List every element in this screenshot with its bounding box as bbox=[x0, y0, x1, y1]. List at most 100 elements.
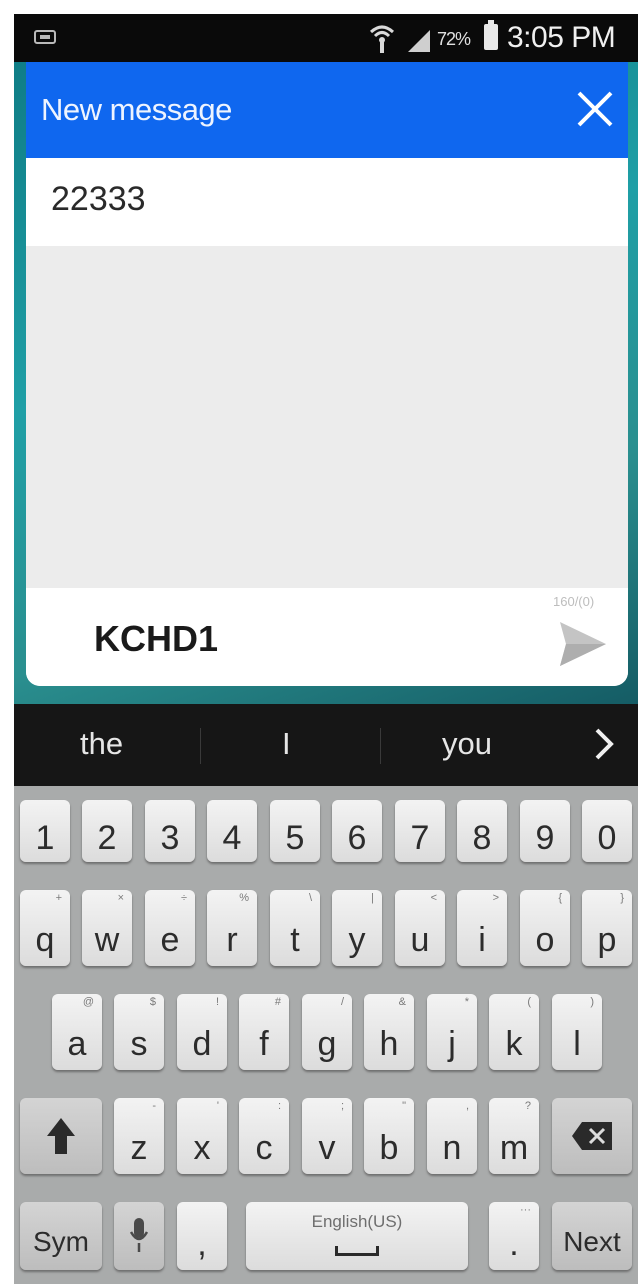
key-label: 3 bbox=[160, 819, 180, 857]
suggestion-item[interactable]: I bbox=[282, 726, 291, 762]
key-7[interactable]: 7 bbox=[395, 800, 445, 862]
status-time: 3:05 PM bbox=[507, 21, 616, 54]
key-hint: { bbox=[558, 892, 562, 904]
key-y[interactable]: | y bbox=[332, 890, 382, 966]
key-hint: ) bbox=[590, 996, 594, 1008]
key-label: k bbox=[505, 1025, 523, 1063]
key-label: q bbox=[35, 921, 55, 959]
key-i[interactable]: > i bbox=[457, 890, 507, 966]
key-0[interactable]: 0 bbox=[582, 800, 632, 862]
key-hint: ! bbox=[215, 996, 219, 1008]
key-u[interactable]: < u bbox=[395, 890, 445, 966]
key-g[interactable]: / g bbox=[302, 994, 352, 1070]
recipient-field[interactable]: 22333 bbox=[26, 158, 628, 246]
phone-screen: 72% 3:05 PM New message 22333 KCHD1 160/… bbox=[14, 14, 638, 1284]
microphone-icon bbox=[129, 1218, 149, 1252]
key-hint: # bbox=[274, 996, 281, 1008]
key-d[interactable]: ! d bbox=[177, 994, 227, 1070]
key-label: s bbox=[130, 1025, 148, 1063]
key-label: 1 bbox=[35, 819, 55, 857]
key-l[interactable]: ) l bbox=[552, 994, 602, 1070]
key-a[interactable]: @ a bbox=[52, 994, 102, 1070]
key-m[interactable]: ? m bbox=[489, 1098, 539, 1174]
mic-key[interactable] bbox=[114, 1202, 164, 1270]
suggestion-item[interactable]: you bbox=[442, 726, 492, 762]
key-n[interactable]: ,n bbox=[427, 1098, 477, 1174]
space-key[interactable]: English(US) bbox=[246, 1202, 468, 1270]
key-w[interactable]: × w bbox=[82, 890, 132, 966]
key-2[interactable]: 2 bbox=[82, 800, 132, 862]
key-q[interactable]: + q bbox=[20, 890, 70, 966]
key-label: f bbox=[259, 1025, 269, 1063]
key-label: h bbox=[379, 1025, 399, 1063]
dialog-titlebar: New message bbox=[26, 62, 628, 158]
comma-key[interactable]: , bbox=[177, 1202, 227, 1270]
backspace-key[interactable] bbox=[552, 1098, 632, 1174]
key-label: e bbox=[160, 921, 180, 959]
key-label: 8 bbox=[472, 819, 492, 857]
chevron-right-icon[interactable] bbox=[589, 724, 619, 764]
space-icon bbox=[335, 1246, 379, 1256]
key-label: n bbox=[442, 1129, 462, 1167]
close-button[interactable] bbox=[572, 86, 618, 132]
key-4[interactable]: 4 bbox=[207, 800, 257, 862]
sym-key[interactable]: Sym bbox=[20, 1202, 102, 1270]
suggestion-divider bbox=[380, 728, 381, 764]
key-6[interactable]: 6 bbox=[332, 800, 382, 862]
key-hint: } bbox=[620, 892, 624, 904]
key-hint: | bbox=[371, 892, 374, 904]
key-t[interactable]: \ t bbox=[270, 890, 320, 966]
key-label: w bbox=[94, 921, 120, 959]
key-b[interactable]: " b bbox=[364, 1098, 414, 1174]
key-5[interactable]: 5 bbox=[270, 800, 320, 862]
key-x[interactable]: ' x bbox=[177, 1098, 227, 1174]
signal-icon bbox=[408, 30, 430, 52]
suggestion-bar: the I you bbox=[14, 704, 638, 786]
key-hint: - bbox=[152, 1100, 156, 1112]
key-e[interactable]: ÷ e bbox=[145, 890, 195, 966]
battery-percent: 72% bbox=[437, 29, 471, 49]
key-label: m bbox=[499, 1129, 529, 1167]
key-z[interactable]: -z bbox=[114, 1098, 164, 1174]
key-hint: , bbox=[465, 1100, 469, 1112]
key-c[interactable]: :c bbox=[239, 1098, 289, 1174]
key-hint: ? bbox=[524, 1100, 531, 1112]
key-j[interactable]: * j bbox=[427, 994, 477, 1070]
space-language-label: English(US) bbox=[311, 1212, 403, 1231]
key-hint: * bbox=[464, 996, 469, 1008]
new-message-dialog: New message 22333 KCHD1 160/(0) bbox=[26, 62, 628, 686]
send-button[interactable] bbox=[556, 618, 608, 670]
key-k[interactable]: (k bbox=[489, 994, 539, 1070]
notification-icon bbox=[34, 30, 56, 44]
suggestion-item[interactable]: the bbox=[80, 726, 123, 762]
key-o[interactable]: {o bbox=[520, 890, 570, 966]
message-thread bbox=[26, 246, 628, 588]
key-f[interactable]: # f bbox=[239, 994, 289, 1070]
key-label: o bbox=[535, 921, 555, 959]
char-counter: 160/(0) bbox=[553, 594, 595, 609]
key-hint: : bbox=[277, 1100, 281, 1112]
key-label: t bbox=[290, 921, 300, 959]
key-h[interactable]: & h bbox=[364, 994, 414, 1070]
key-label: 4 bbox=[222, 819, 242, 857]
suggestion-divider bbox=[200, 728, 201, 764]
key-label: 7 bbox=[410, 819, 430, 857]
key-hint: × bbox=[117, 892, 124, 904]
key-9[interactable]: 9 bbox=[520, 800, 570, 862]
key-8[interactable]: 8 bbox=[457, 800, 507, 862]
key-3[interactable]: 3 bbox=[145, 800, 195, 862]
key-v[interactable]: ; v bbox=[302, 1098, 352, 1174]
key-1[interactable]: 1 bbox=[20, 800, 70, 862]
key-label: v bbox=[318, 1129, 336, 1167]
key-p[interactable]: } p bbox=[582, 890, 632, 966]
key-hint: ( bbox=[527, 996, 531, 1008]
next-key[interactable]: Next bbox=[552, 1202, 632, 1270]
key-label: c bbox=[255, 1129, 273, 1167]
key-r[interactable]: % r bbox=[207, 890, 257, 966]
key-s[interactable]: $ s bbox=[114, 994, 164, 1070]
key-label: z bbox=[130, 1129, 148, 1167]
period-key[interactable]: ···. bbox=[489, 1202, 539, 1270]
shift-key[interactable] bbox=[20, 1098, 102, 1174]
compose-field[interactable]: KCHD1 160/(0) bbox=[26, 588, 628, 686]
key-hint: \ bbox=[308, 892, 312, 904]
